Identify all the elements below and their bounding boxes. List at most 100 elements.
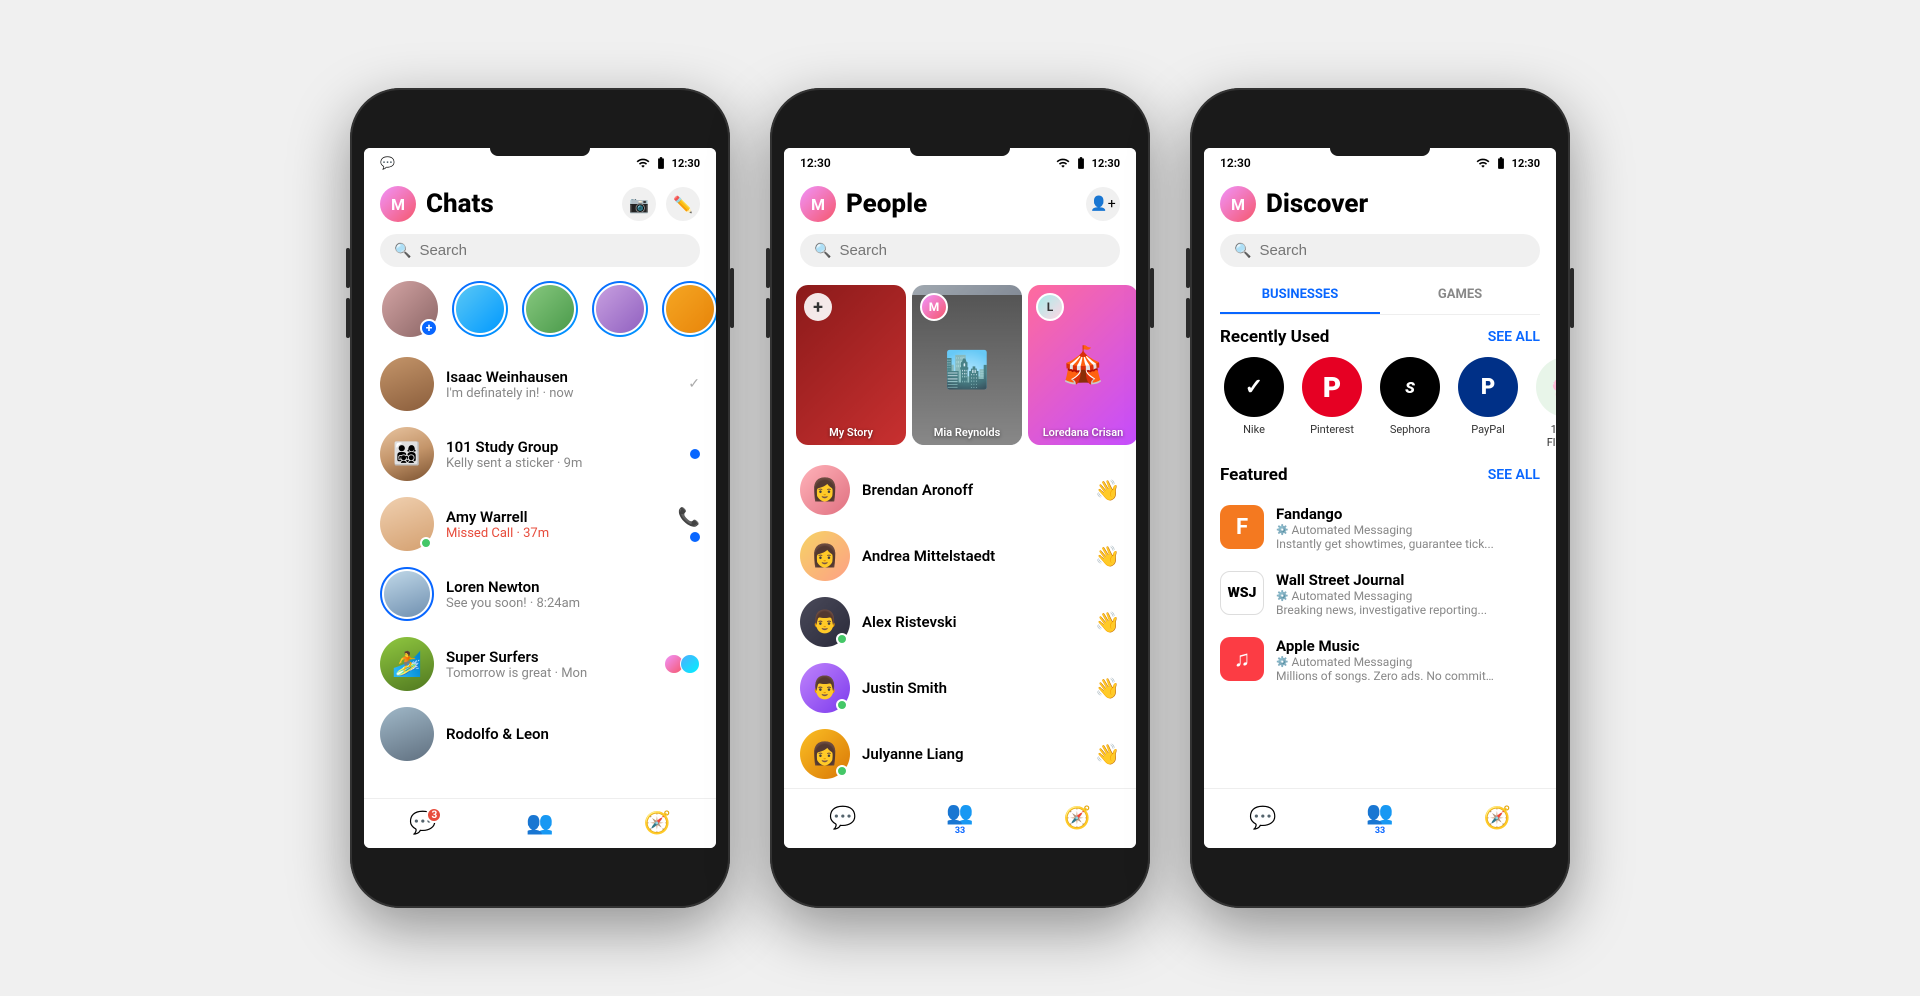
- nav-discover3[interactable]: 🧭: [1472, 802, 1523, 835]
- chat-item-surfers[interactable]: 🏄 Super Surfers Tomorrow is great · Mon: [364, 629, 716, 699]
- nav-people[interactable]: 👥: [514, 807, 565, 840]
- chat-preview-surfers: Tomorrow is great · Mon: [446, 666, 652, 681]
- chat-nav-icon2: 💬: [829, 806, 856, 831]
- brand-nike[interactable]: ✓ Nike: [1220, 357, 1288, 449]
- story-item-3[interactable]: [590, 281, 650, 337]
- people-item-brendan[interactable]: 👩 Brendan Aronoff 👋: [784, 457, 1136, 523]
- brand-sephora[interactable]: S Sephora: [1376, 357, 1444, 449]
- wave-icon-justin: 👋: [1095, 676, 1120, 700]
- user-avatar3[interactable]: M: [1220, 186, 1256, 222]
- unread-dot-amy: [690, 532, 700, 542]
- people-search-bar[interactable]: 🔍: [800, 234, 1120, 267]
- apple-music-info: Apple Music ⚙️ Automated Messaging Milli…: [1276, 637, 1496, 683]
- chat-preview-loren: See you soon! · 8:24am: [446, 596, 700, 611]
- story-inner-3: [594, 283, 646, 335]
- wave-icon-julyanne: 👋: [1095, 742, 1120, 766]
- nav-discover2[interactable]: 🧭: [1052, 802, 1103, 835]
- mia-story[interactable]: 🏙️ M Mia Reynolds: [912, 285, 1022, 445]
- check-icon: ✓: [688, 376, 700, 392]
- power-btn: [730, 268, 734, 328]
- phone-frame-discover: 12:30 12:30 M Discover 🔍 BUSI: [1190, 88, 1570, 908]
- people-item-julyanne[interactable]: 👩 Julyanne Liang 👋: [784, 721, 1136, 787]
- recently-used-see-all[interactable]: SEE ALL: [1488, 329, 1540, 345]
- story-item-2[interactable]: [520, 281, 580, 337]
- nav-chats2[interactable]: 💬: [817, 802, 868, 835]
- story-avatar-3: [592, 281, 648, 337]
- story-face-3: [596, 285, 644, 333]
- people-search-input[interactable]: [839, 242, 1106, 259]
- recently-used-header: Recently Used SEE ALL: [1204, 327, 1556, 357]
- people-header: M People 👤+: [784, 174, 1136, 230]
- my-story[interactable]: + My Story: [796, 285, 906, 445]
- alex-name: Alex Ristevski: [862, 613, 1083, 631]
- chats-bottom-nav: 💬 3 👥 🧭: [364, 798, 716, 848]
- fandango-info: Fandango ⚙️ Automated Messaging Instantl…: [1276, 505, 1494, 551]
- user-avatar2[interactable]: M: [800, 186, 836, 222]
- discover-search-bar[interactable]: 🔍: [1220, 234, 1540, 267]
- featured-fandango[interactable]: F Fandango ⚙️ Automated Messaging Instan…: [1204, 495, 1556, 561]
- featured-apple-music[interactable]: ♫ Apple Music ⚙️ Automated Messaging Mil…: [1204, 627, 1556, 693]
- people-scroll: + My Story 🏙️ M Mia Reynolds 🎪: [784, 277, 1136, 788]
- brand-flowers[interactable]: 🌸 1-800-Flowers: [1532, 357, 1556, 449]
- discover-header: M Discover: [1204, 174, 1556, 230]
- wsj-logo: WSJ: [1220, 571, 1264, 615]
- chats-search-bar[interactable]: 🔍: [380, 234, 700, 267]
- clock: 💬: [380, 156, 395, 170]
- mia-story-label: Mia Reynolds: [912, 426, 1022, 439]
- people-nav-count3: 33: [1375, 826, 1385, 836]
- people-item-andrea[interactable]: 👩 Andrea Mittelstaedt 👋: [784, 523, 1136, 589]
- chat-item-loren[interactable]: Loren Newton See you soon! · 8:24am: [364, 559, 716, 629]
- fandango-sub: ⚙️ Automated Messaging: [1276, 523, 1494, 537]
- nav-people2[interactable]: 👥 33: [934, 797, 985, 840]
- chat-item-rodolfo[interactable]: Rodolfo & Leon: [364, 699, 716, 769]
- chats-screen: 💬 12:30 M Chats 📷 ✏️ 🔍: [364, 148, 716, 848]
- discover-screen: 12:30 12:30 M Discover 🔍 BUSI: [1204, 148, 1556, 848]
- brand-paypal[interactable]: P PayPal: [1454, 357, 1522, 449]
- chat-preview-study: Kelly sent a sticker · 9m: [446, 456, 678, 471]
- chats-search-input[interactable]: [419, 242, 686, 259]
- loredana-story[interactable]: 🎪 L Loredana Crisan: [1028, 285, 1136, 445]
- apple-music-desc: Millions of songs. Zero ads. No commitme…: [1276, 669, 1496, 683]
- story-avatar-2: [522, 281, 578, 337]
- tab-businesses[interactable]: BUSINESSES: [1220, 277, 1380, 314]
- power-btn3: [1570, 268, 1574, 328]
- people-item-justin[interactable]: 👨 Justin Smith 👋: [784, 655, 1136, 721]
- tab-games[interactable]: GAMES: [1380, 277, 1540, 314]
- clock2: 12:30: [800, 156, 831, 170]
- chat-meta-study: [690, 449, 700, 459]
- apple-music-name: Apple Music: [1276, 637, 1496, 655]
- avatar-rodolfo: [380, 707, 434, 761]
- featured-see-all[interactable]: SEE ALL: [1488, 467, 1540, 483]
- nav-people3[interactable]: 👥 33: [1354, 797, 1405, 840]
- chat-item-isaac[interactable]: Isaac Weinhausen I'm definately in! · no…: [364, 349, 716, 419]
- add-person-button[interactable]: 👤+: [1086, 187, 1120, 221]
- story-avatar-1: [452, 281, 508, 337]
- chat-avatar-amy: [380, 497, 434, 551]
- chat-name-isaac: Isaac Weinhausen: [446, 368, 676, 386]
- nav-chats3[interactable]: 💬: [1237, 802, 1288, 835]
- chat-info-amy: Amy Warrell Missed Call · 37m: [446, 508, 666, 541]
- story-item-4[interactable]: [660, 281, 716, 337]
- brand-pinterest[interactable]: P Pinterest: [1298, 357, 1366, 449]
- story-item-1[interactable]: [450, 281, 510, 337]
- featured-wsj[interactable]: WSJ Wall Street Journal ⚙️ Automated Mes…: [1204, 561, 1556, 627]
- header-icons: 📷 ✏️: [622, 187, 700, 221]
- chat-meta-surfers: [664, 654, 700, 674]
- people-item-alex[interactable]: 👨 Alex Ristevski 👋: [784, 589, 1136, 655]
- user-avatar[interactable]: M: [380, 186, 416, 222]
- discover-search-input[interactable]: [1259, 242, 1526, 259]
- battery-text: 12:30: [672, 157, 700, 170]
- compose-button[interactable]: ✏️: [666, 187, 700, 221]
- nav-chats[interactable]: 💬 3: [397, 807, 448, 840]
- unread-dot-study: [690, 449, 700, 459]
- apple-music-logo: ♫: [1220, 637, 1264, 681]
- story-add-btn: +: [804, 293, 832, 321]
- nav-discover[interactable]: 🧭: [632, 807, 683, 840]
- phone-discover: 12:30 12:30 M Discover 🔍 BUSI: [1190, 88, 1570, 908]
- chat-item-amy[interactable]: Amy Warrell Missed Call · 37m 📞: [364, 489, 716, 559]
- chat-item-study[interactable]: 👨‍👩‍👧‍👦 101 Study Group Kelly sent a sti…: [364, 419, 716, 489]
- camera-button[interactable]: 📷: [622, 187, 656, 221]
- add-story-item[interactable]: +: [380, 281, 440, 337]
- online-dot-julyanne: [836, 765, 848, 777]
- story-avatar-4: [662, 281, 716, 337]
